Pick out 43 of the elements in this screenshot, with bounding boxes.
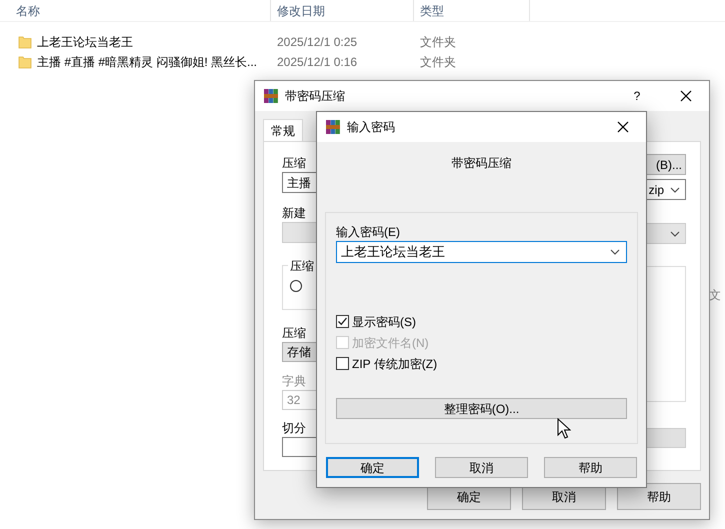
tab[interactable]: 常规 <box>263 119 303 141</box>
radio-button[interactable] <box>290 280 302 292</box>
date-cell-text: 2025/12/1 0:25 <box>276 34 358 51</box>
chevron-icon <box>670 230 680 236</box>
help-button[interactable]: ? <box>617 87 657 105</box>
checkbox[interactable] <box>336 357 349 370</box>
manage-passwords-button[interactable]: 整理密码(O)... <box>336 398 627 419</box>
chevron-icon <box>610 249 620 255</box>
checkbox[interactable] <box>336 315 349 328</box>
column-header[interactable]: 类型 <box>413 0 530 21</box>
field-label: 压缩 <box>282 325 307 342</box>
password-combobox[interactable]: 上老王论坛当老王 <box>336 241 627 263</box>
close-icon[interactable] <box>680 90 692 102</box>
checkbox-label: ZIP 传统加密(Z) <box>352 356 438 372</box>
field-label: 新建 <box>282 205 307 222</box>
field-label: 字典 <box>282 373 307 390</box>
file-name[interactable]: 上老王论坛当老王 <box>37 33 133 51</box>
type-cell-text: 文件夹 <box>419 34 457 51</box>
checkbox-label: 显示密码(S) <box>352 314 416 330</box>
dialog-button[interactable]: 帮助 <box>617 483 701 510</box>
field-label: 压缩 <box>282 155 307 172</box>
dialog-button[interactable]: 确定 <box>326 457 419 478</box>
folder-icon <box>18 55 32 69</box>
file-name[interactable]: 主播 #直播 #暗黑精灵 闷骚御姐! 黑丝长... <box>37 53 258 71</box>
type-cell-text: 文件夹 <box>419 54 457 71</box>
dialog-button[interactable]: 帮助 <box>544 457 637 478</box>
books-icon <box>263 88 279 104</box>
date-cell-text: 2025/12/1 0:16 <box>276 54 358 71</box>
close-icon[interactable] <box>617 121 629 133</box>
folder-icon <box>18 35 32 49</box>
column-header[interactable]: 名称 <box>0 0 270 21</box>
chevron-icon <box>670 186 680 192</box>
books-icon <box>325 119 341 135</box>
column-header[interactable]: 修改日期 <box>270 0 413 21</box>
field-label: 输入密码(E) <box>336 224 400 241</box>
label: 文 <box>709 287 721 304</box>
window-title: 带密码压缩 <box>285 88 346 105</box>
dialog-button[interactable]: 取消 <box>435 457 528 478</box>
window-title: 输入密码 <box>347 119 396 136</box>
field-label: 切分 <box>282 420 307 437</box>
dialog-heading: 带密码压缩 <box>452 155 512 172</box>
checkbox-label: 加密文件名(N) <box>352 334 429 352</box>
mouse-cursor-icon <box>557 418 571 439</box>
